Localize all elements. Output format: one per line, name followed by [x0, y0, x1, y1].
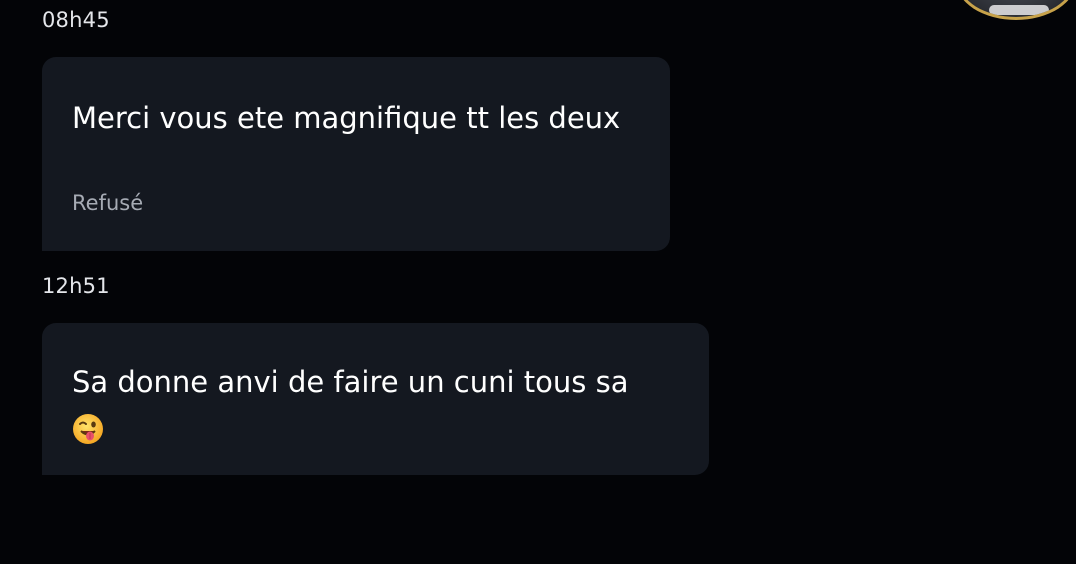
message-timestamp: 12h51 — [42, 274, 110, 298]
message-bubble[interactable]: Merci vous ete magnifique tt les deux Re… — [42, 57, 670, 251]
message-status: Refusé — [72, 191, 144, 215]
chat-screen: 08h45 Merci vous ete magnifique tt les d… — [0, 0, 1076, 564]
winking-face-with-tongue-icon — [73, 414, 103, 444]
message-bubble[interactable]: Sa donne anvi de faire un cuni tous sa — [42, 323, 709, 475]
contact-avatar[interactable] — [956, 0, 1076, 20]
message-text: Merci vous ete magnifique tt les deux — [72, 101, 621, 135]
message-text: Sa donne anvi de faire un cuni tous sa — [72, 365, 629, 399]
message-timestamp: 08h45 — [42, 8, 110, 32]
